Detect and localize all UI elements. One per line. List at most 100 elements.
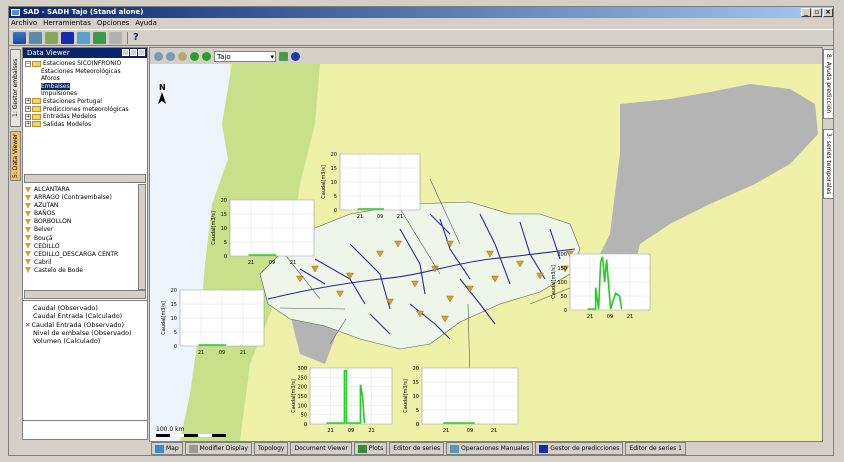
- variable-item[interactable]: Nivel de embalse (Observado): [33, 329, 147, 337]
- panel-close-button[interactable]: [138, 49, 145, 56]
- reservoir-icon: [25, 210, 31, 217]
- station-item[interactable]: Cabril: [23, 259, 147, 267]
- station-item[interactable]: Belver: [23, 226, 147, 234]
- panel-restore-button[interactable]: [122, 49, 129, 56]
- plots-tab[interactable]: Plots: [353, 442, 388, 455]
- folder-icon: [32, 106, 41, 113]
- edit-icon[interactable]: [109, 31, 122, 44]
- inset-ytick: 15: [221, 212, 227, 218]
- inset-ytick: 0: [416, 422, 419, 428]
- variable-item[interactable]: Volumen (Calculado): [33, 337, 147, 345]
- tree-node-entradas[interactable]: + Entradas Modelos: [23, 113, 147, 121]
- left-tab-strip: 1: Gestor embalses 5: Data Viewer: [9, 47, 21, 442]
- tree-node-sicoinfronio[interactable]: − Estaciones SICOINFRONIO: [23, 60, 147, 68]
- station-label: CEDILLO_DESCARGA CENTR: [34, 250, 119, 258]
- tree-expander[interactable]: +: [25, 106, 31, 113]
- zoom-in-icon[interactable]: [154, 51, 163, 61]
- topology-tab[interactable]: Topology: [253, 442, 289, 455]
- station-vscrollbar[interactable]: [138, 184, 146, 290]
- tree-node-aforos[interactable]: Aforos: [23, 75, 147, 83]
- operations-icon: [450, 444, 460, 453]
- info-icon[interactable]: [291, 51, 300, 61]
- tree-node-predicciones[interactable]: + Predicciones meteorológicas: [23, 106, 147, 114]
- minimize-button[interactable]: _: [801, 8, 811, 17]
- operaciones-manuales-tab[interactable]: Operaciones Manuales: [446, 442, 534, 455]
- pan-icon[interactable]: [178, 51, 187, 61]
- variable-item[interactable]: Caudal Entrada (Calculado): [33, 312, 147, 320]
- tree-expander[interactable]: +: [25, 113, 31, 120]
- data-viewer-title-text: Data Viewer: [27, 49, 70, 57]
- bars-icon[interactable]: [61, 31, 74, 44]
- inset-ytick: 10: [221, 226, 227, 232]
- inset-ytick: 10: [413, 394, 419, 400]
- tree-expander[interactable]: +: [25, 98, 31, 105]
- station-item[interactable]: CEDILLO_DESCARGA CENTR: [23, 251, 147, 259]
- gestor-predicciones-tab[interactable]: Gestor de predicciones: [535, 442, 624, 455]
- map-icon[interactable]: [29, 31, 42, 44]
- reservoir-icon: [25, 186, 31, 193]
- map-view[interactable]: Tajo 0 5 10 15 20 21 09 21 Caudal[m3/s] 0 5 10 15 20 2…: [149, 47, 823, 442]
- folder-icon: [32, 98, 41, 105]
- close-button[interactable]: ×: [823, 8, 833, 17]
- maximize-button[interactable]: ▫: [812, 8, 822, 17]
- info-box: [23, 420, 147, 440]
- variable-item[interactable]: Caudal (Observado): [33, 304, 147, 312]
- tab-data-viewer[interactable]: 5: Data Viewer: [10, 131, 21, 181]
- tree-expander[interactable]: +: [25, 121, 31, 128]
- folder-icon: [32, 60, 41, 67]
- tree-node-impulsiones[interactable]: Impulsiones: [23, 90, 147, 98]
- tab-label: Topology: [257, 445, 285, 452]
- tree-expander[interactable]: −: [25, 60, 31, 67]
- station-item[interactable]: ALCANTARA: [23, 186, 147, 194]
- tree-node-salidas[interactable]: + Salidas Modelos: [23, 121, 147, 129]
- landscape-icon[interactable]: [93, 31, 106, 44]
- inset-xtick: 21: [240, 350, 246, 356]
- reservoir-icon: [25, 202, 31, 209]
- tree-node-meteo[interactable]: Estaciones Meteorológicas: [23, 68, 147, 76]
- tree-hscrollbar[interactable]: [24, 174, 146, 183]
- back-icon[interactable]: [190, 51, 199, 61]
- chart-icon[interactable]: [13, 31, 26, 44]
- inset-ytick: 150: [557, 266, 567, 272]
- help-button[interactable]: ?: [133, 32, 139, 43]
- menu-ayuda[interactable]: Ayuda: [135, 18, 157, 28]
- zoom-out-icon[interactable]: [166, 51, 175, 61]
- inset-xtick: 09: [219, 350, 225, 356]
- station-item[interactable]: Bouçã: [23, 235, 147, 243]
- menu-herramientas[interactable]: Herramientas: [43, 18, 91, 28]
- panel-minimize-button[interactable]: [130, 49, 137, 56]
- tab-ayuda-prediccion[interactable]: 8: Ayuda predicción: [823, 49, 833, 119]
- tools-icon[interactable]: [45, 31, 58, 44]
- tree-node-embalses[interactable]: Embalses: [23, 82, 147, 91]
- inset-ytick: 5: [334, 194, 337, 200]
- menu-opciones[interactable]: Opciones: [97, 18, 129, 28]
- inset-ytick: 0: [304, 422, 307, 428]
- editor-series-tab[interactable]: Editor de series: [389, 442, 445, 455]
- variable-item[interactable]: ✕Caudal Entrada (Observado): [25, 321, 147, 329]
- tab-series-temporales[interactable]: 3: series temporales: [823, 129, 833, 199]
- map-tab[interactable]: Map: [151, 442, 183, 455]
- station-hscrollbar[interactable]: [24, 290, 146, 299]
- inset-ylabel: Caudal[m3/s]: [211, 211, 217, 245]
- modifier-display-tab[interactable]: Modifier Display: [184, 442, 252, 455]
- station-item[interactable]: Castelo de Bode: [23, 267, 147, 275]
- editor-series-1-tab[interactable]: Editor de series 1: [625, 442, 687, 455]
- layers-icon[interactable]: [279, 51, 288, 61]
- inset-xtick: 21: [290, 260, 296, 266]
- station-item[interactable]: BAÑOS: [23, 210, 147, 218]
- map-canvas[interactable]: 0 5 10 15 20 21 09 21 Caudal[m3/s] 0 5 10 15 20 21 09 21…: [150, 64, 822, 441]
- window-title: SAD - SADH Tajo (Stand alone): [23, 8, 144, 16]
- region-select[interactable]: Tajo: [214, 50, 276, 62]
- tree-node-portugal[interactable]: + Estaciones Portugal: [23, 98, 147, 106]
- wave-icon[interactable]: [77, 31, 90, 44]
- forward-icon[interactable]: [202, 51, 211, 61]
- tab-gestor-embalses[interactable]: 1: Gestor embalses: [10, 49, 21, 127]
- menu-archivo[interactable]: Archivo: [11, 18, 37, 28]
- station-item[interactable]: BORBOLLON: [23, 218, 147, 226]
- station-item[interactable]: AZUTAN: [23, 202, 147, 210]
- document-viewer-tab[interactable]: Document Viewer: [290, 442, 352, 455]
- inset-xtick: 09: [269, 260, 275, 266]
- station-item[interactable]: ARRAGO (Contraembalse): [23, 194, 147, 202]
- inset-xtick: 21: [627, 314, 633, 320]
- station-item[interactable]: CEDILLO: [23, 243, 147, 251]
